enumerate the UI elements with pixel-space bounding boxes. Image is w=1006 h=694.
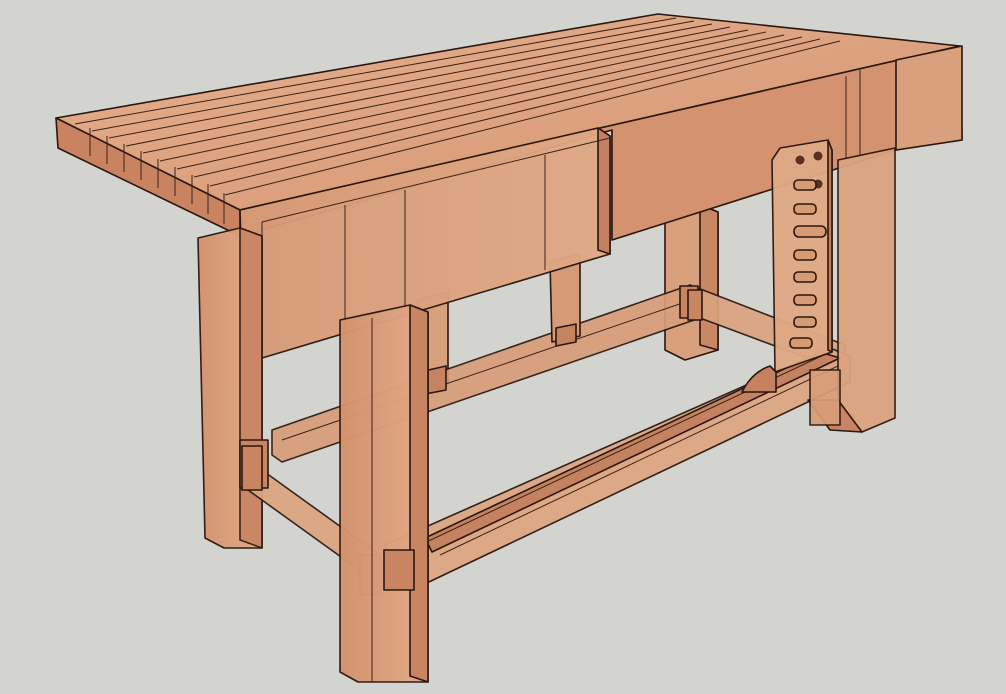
leg-front-center xyxy=(339,304,429,683)
3d-viewport[interactable] xyxy=(0,0,1006,694)
workbench-model[interactable] xyxy=(0,0,1006,694)
leg-back-right xyxy=(664,204,719,361)
leg-front-left xyxy=(197,227,263,549)
